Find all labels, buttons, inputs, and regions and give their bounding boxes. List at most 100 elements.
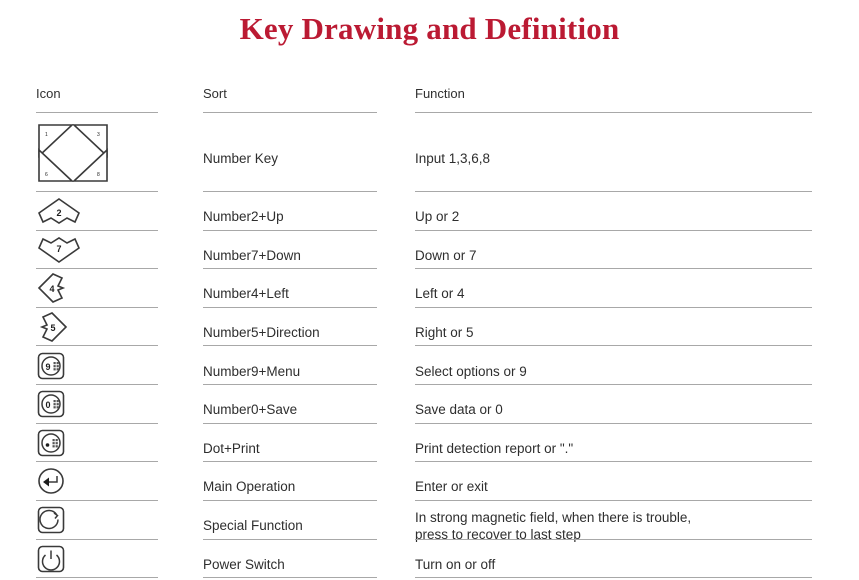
function-label: In strong magnetic field, when there is … xyxy=(415,509,692,542)
power-switch-key-icon[interactable] xyxy=(36,540,66,579)
header-label-sort: Sort xyxy=(203,86,227,101)
print-dot-key-icon[interactable] xyxy=(36,424,66,463)
right-arrow-key-5-icon[interactable]: 5 xyxy=(36,308,70,347)
row-function-cell: Down or 7 xyxy=(415,231,859,270)
key-label-4: 4 xyxy=(49,284,54,294)
function-label: Turn on or off xyxy=(415,557,496,573)
triangle-label-6: 6 xyxy=(45,172,48,178)
sort-label: Number9+Menu xyxy=(203,363,301,379)
menu-key-9-icon[interactable]: 9 xyxy=(36,346,66,385)
row-icon-cell xyxy=(0,540,203,579)
save-key-0-icon[interactable]: 0 xyxy=(36,385,66,424)
row-icon-cell: 4 xyxy=(0,269,203,308)
row-function-cell: In strong magnetic field, when there is … xyxy=(415,501,859,542)
sort-label: Dot+Print xyxy=(203,440,260,456)
header-label-function: Function xyxy=(415,86,465,101)
key-label-7: 7 xyxy=(56,244,61,254)
sort-label: Special Function xyxy=(203,518,303,534)
left-arrow-key-4-icon[interactable]: 4 xyxy=(36,269,70,308)
row-rule-icon xyxy=(36,577,158,579)
row-icon-cell: 2 xyxy=(0,192,203,231)
sort-label: Number0+Save xyxy=(203,402,298,418)
row-function-cell: Right or 5 xyxy=(415,308,859,347)
table-row: Special Function In strong magnetic fiel… xyxy=(0,501,859,542)
row-function-cell: Left or 4 xyxy=(415,269,859,308)
row-sort-cell: Main Operation xyxy=(203,462,415,501)
row-sort-cell: Number5+Direction xyxy=(203,308,415,347)
function-label: Left or 4 xyxy=(415,286,465,302)
header-cell-sort: Sort xyxy=(203,82,415,113)
table-row: 5 Number5+Direction Right or 5 xyxy=(0,308,859,347)
row-sort-cell: Number Key xyxy=(203,113,415,192)
table-row: 0 Number0+Save Save data or 0 xyxy=(0,385,859,424)
triangle-label-3: 3 xyxy=(97,132,100,138)
row-rule-sort xyxy=(203,577,377,579)
sort-label: Number5+Direction xyxy=(203,325,320,341)
function-label: Enter or exit xyxy=(415,479,488,495)
row-sort-cell: Number9+Menu xyxy=(203,346,415,385)
row-icon-cell xyxy=(0,424,203,463)
triangle-label-8: 8 xyxy=(97,172,100,178)
row-sort-cell: Power Switch xyxy=(203,540,415,579)
row-icon-cell: 0 xyxy=(0,385,203,424)
sort-label: Main Operation xyxy=(203,479,296,495)
row-sort-cell: Dot+Print xyxy=(203,424,415,463)
row-icon-cell: 1 3 6 8 xyxy=(0,113,203,192)
function-label: Save data or 0 xyxy=(415,402,503,418)
table-row: Dot+Print Print detection report or "." xyxy=(0,424,859,463)
row-icon-cell: 5 xyxy=(0,308,203,347)
key-label-dot xyxy=(45,443,50,447)
table-row: Power Switch Turn on or off xyxy=(0,540,859,579)
row-icon-cell: 7 xyxy=(0,231,203,270)
key-label-5: 5 xyxy=(50,323,55,333)
four-corner-triangle-keys-icon[interactable]: 1 3 6 8 xyxy=(36,113,110,192)
row-function-cell: Select options or 9 xyxy=(415,346,859,385)
key-label-9: 9 xyxy=(45,362,50,372)
key-definition-table: Icon Sort Function 1 3 6 8 Number Key In… xyxy=(0,82,859,579)
table-row: 2 Number2+Up Up or 2 xyxy=(0,192,859,231)
row-sort-cell: Number4+Left xyxy=(203,269,415,308)
enter-key-icon[interactable] xyxy=(36,462,66,501)
row-function-cell: Input 1,3,6,8 xyxy=(415,113,859,192)
table-header-row: Icon Sort Function xyxy=(0,82,859,113)
table-row: 9 Number9+Menu Select options or 9 xyxy=(0,346,859,385)
row-rule-function xyxy=(415,577,812,579)
row-sort-cell: Number7+Down xyxy=(203,231,415,270)
sort-label: Number Key xyxy=(203,150,279,166)
row-function-cell: Print detection report or "." xyxy=(415,424,859,463)
special-function-key-icon[interactable] xyxy=(36,501,66,540)
down-arrow-key-7-icon[interactable]: 7 xyxy=(36,231,82,270)
header-cell-function: Function xyxy=(415,82,859,113)
function-label: Select options or 9 xyxy=(415,363,527,379)
function-label: Right or 5 xyxy=(415,325,474,341)
sort-label: Power Switch xyxy=(203,557,285,573)
row-sort-cell: Special Function xyxy=(203,501,415,540)
table-row: 7 Number7+Down Down or 7 xyxy=(0,231,859,270)
row-function-cell: Up or 2 xyxy=(415,192,859,231)
sort-label: Number4+Left xyxy=(203,286,289,302)
row-function-cell: Turn on or off xyxy=(415,540,859,579)
function-label: Down or 7 xyxy=(415,247,477,263)
triangle-label-1: 1 xyxy=(45,132,48,138)
up-arrow-key-2-icon[interactable]: 2 xyxy=(36,192,82,231)
row-icon-cell xyxy=(0,501,203,540)
table-row: 4 Number4+Left Left or 4 xyxy=(0,269,859,308)
row-function-cell: Save data or 0 xyxy=(415,385,859,424)
header-label-icon: Icon xyxy=(36,86,61,101)
table-row: Main Operation Enter or exit xyxy=(0,462,859,501)
row-icon-cell xyxy=(0,462,203,501)
function-label: Input 1,3,6,8 xyxy=(415,150,491,166)
sort-label: Number7+Down xyxy=(203,247,301,263)
row-function-cell: Enter or exit xyxy=(415,462,859,501)
function-label: Up or 2 xyxy=(415,209,460,225)
key-label-2: 2 xyxy=(56,208,61,218)
key-label-0: 0 xyxy=(45,400,50,410)
header-cell-icon: Icon xyxy=(0,82,203,113)
row-sort-cell: Number0+Save xyxy=(203,385,415,424)
sort-label: Number2+Up xyxy=(203,209,284,225)
table-row: 1 3 6 8 Number Key Input 1,3,6,8 xyxy=(0,113,859,192)
page-title: Key Drawing and Definition xyxy=(239,11,620,46)
row-icon-cell: 9 xyxy=(0,346,203,385)
row-sort-cell: Number2+Up xyxy=(203,192,415,231)
function-label: Print detection report or "." xyxy=(415,440,574,456)
